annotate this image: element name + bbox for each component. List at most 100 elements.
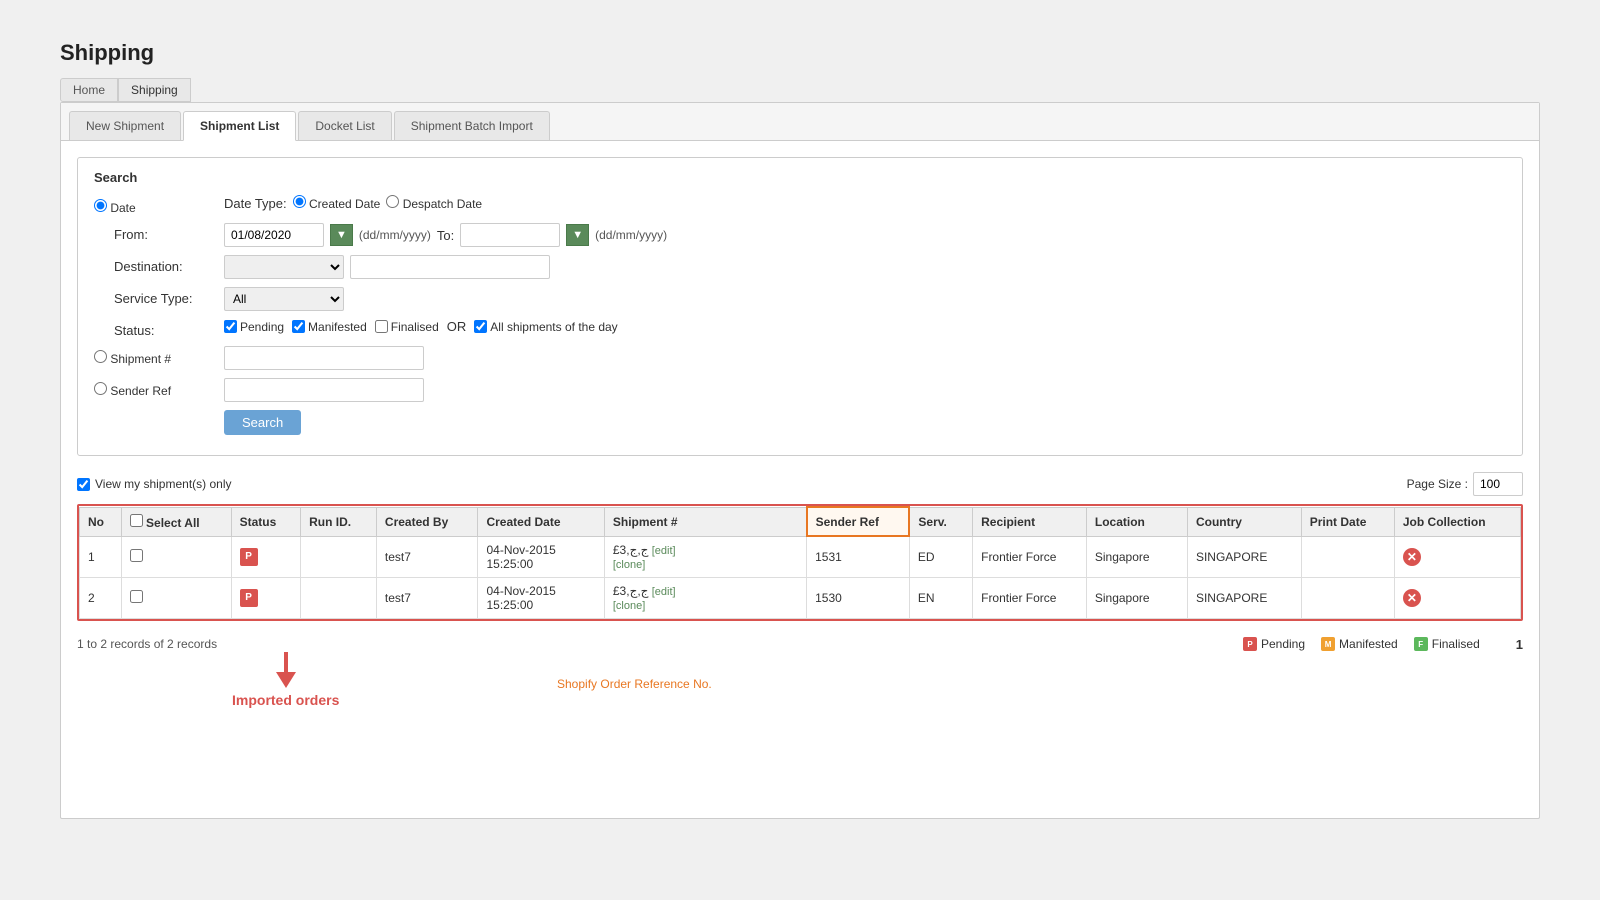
tab-bar: New Shipment Shipment List Docket List S… [61,103,1539,141]
created-date-radio-label[interactable]: Created Date [293,195,381,211]
destination-text-input[interactable] [350,255,550,279]
cell-jobcollection-2[interactable]: ✕ [1394,577,1520,618]
col-header-createddate: Created Date [478,507,604,536]
page-size-label: Page Size : [1407,477,1468,491]
col-header-jobcollection: Job Collection [1394,507,1520,536]
from-date-input[interactable] [224,223,324,247]
legend-manifested: M Manifested [1321,637,1398,651]
cell-createddate-2: 04-Nov-2015 15:25:00 [478,577,604,618]
from-label: From: [94,227,148,242]
cell-printdate-1 [1301,536,1394,577]
from-to-fields: ▼ (dd/mm/yyyy) To: ▼ (dd/mm/yyyy) [224,223,1506,247]
cell-printdate-2 [1301,577,1394,618]
all-day-checkbox[interactable] [474,320,487,333]
footer-top: 1 to 2 records of 2 records P Pending M … [77,637,1523,652]
view-my-shipments-checkbox[interactable] [77,478,90,491]
cell-checkbox-1[interactable] [121,536,231,577]
sender-ref-input[interactable] [224,378,424,402]
from-to-row: From: ▼ (dd/mm/yyyy) To: ▼ (dd/mm/yyyy) [94,223,1506,247]
breadcrumb: Home Shipping [60,78,1540,102]
service-type-select[interactable]: All [224,287,344,311]
pending-checkbox[interactable] [224,320,237,333]
to-date-format-btn[interactable]: ▼ [566,224,589,246]
manifested-label: Manifested [308,320,367,334]
destination-select[interactable] [224,255,344,279]
legend-finalised-label: Finalised [1432,637,1480,651]
date-radio[interactable] [94,199,107,212]
shipment-num-input[interactable] [224,346,424,370]
select-all-label: Select All [146,516,200,530]
col-header-location: Location [1086,507,1187,536]
tab-shipment-batch-import[interactable]: Shipment Batch Import [394,111,550,140]
clone-link-1[interactable]: [clone] [613,559,645,571]
cell-senderref-2: 1530 [807,577,910,618]
delete-icon-2[interactable]: ✕ [1403,589,1421,607]
manifested-checkbox-label[interactable]: Manifested [292,320,367,334]
finalised-checkbox-label[interactable]: Finalised [375,320,439,334]
footer-area: 1 to 2 records of 2 records P Pending M … [77,637,1523,802]
cell-serv-2: EN [909,577,972,618]
page-size-input[interactable] [1473,472,1523,496]
sender-ref-radio[interactable] [94,382,107,395]
to-date-input[interactable] [460,223,560,247]
panel-content: Search Date Date Type: Created Date [61,141,1539,818]
view-my-shipments-label[interactable]: View my shipment(s) only [77,477,232,491]
tab-docket-list[interactable]: Docket List [298,111,391,140]
cell-country-1: SINGAPORE [1187,536,1301,577]
col-header-runid: Run ID. [301,507,377,536]
manifested-checkbox[interactable] [292,320,305,333]
cell-no-2: 2 [80,577,122,618]
pending-label: Pending [240,320,284,334]
cell-recipient-2: Frontier Force [973,577,1087,618]
delete-icon-1[interactable]: ✕ [1403,548,1421,566]
cell-jobcollection-1[interactable]: ✕ [1394,536,1520,577]
col-header-senderref: Sender Ref [807,507,910,536]
status-row: Status: Pending Manifested [94,319,1506,338]
from-date-format-btn[interactable]: ▼ [330,224,353,246]
status-fields: Pending Manifested Finalised OR [224,319,1506,334]
sender-ref-row: Sender Ref [94,378,1506,402]
search-button[interactable]: Search [224,410,301,435]
shipment-num-text-1: £ج,ج,3 [613,543,649,557]
select-all-checkbox[interactable] [130,514,143,527]
edit-link-1[interactable]: [edit] [652,545,676,557]
shipment-num-radio[interactable] [94,350,107,363]
finalised-checkbox[interactable] [375,320,388,333]
despatch-date-radio-label[interactable]: Despatch Date [386,195,482,211]
breadcrumb-shipping[interactable]: Shipping [118,78,191,102]
tab-new-shipment[interactable]: New Shipment [69,111,181,140]
col-header-status: Status [231,507,301,536]
clone-link-2[interactable]: [clone] [613,600,645,612]
or-label: OR [447,319,467,334]
shipment-num-label: Shipment # [110,352,171,366]
cell-status-2: P [231,577,301,618]
breadcrumb-home[interactable]: Home [60,78,118,102]
created-date-radio[interactable] [293,195,306,208]
cell-runid-1 [301,536,377,577]
all-day-checkbox-label[interactable]: All shipments of the day [474,320,617,334]
sender-ref-radio-label[interactable]: Sender Ref [94,384,171,398]
pending-checkbox-label[interactable]: Pending [224,320,284,334]
row-checkbox-2[interactable] [130,590,143,603]
cell-checkbox-2[interactable] [121,577,231,618]
col-header-select[interactable]: Select All [121,507,231,536]
despatch-date-radio[interactable] [386,195,399,208]
shipment-num-radio-label[interactable]: Shipment # [94,352,171,366]
legend-pending-label: Pending [1261,637,1305,651]
service-type-label: Service Type: [114,291,193,306]
table-row: 1 P test7 04-Nov-2015 15:25:00 £ج [80,536,1521,577]
cell-runid-2 [301,577,377,618]
records-info: 1 to 2 records of 2 records [77,637,217,651]
cell-status-1: P [231,536,301,577]
row-checkbox-1[interactable] [130,549,143,562]
legend-pending-icon: P [1243,637,1257,651]
date-type-label: Date Type: [224,196,287,211]
main-panel: New Shipment Shipment List Docket List S… [60,102,1540,819]
tab-shipment-list[interactable]: Shipment List [183,111,296,141]
data-table: No Select All Status Run ID. Created By … [79,506,1521,619]
date-radio-label[interactable]: Date [94,201,136,215]
edit-link-2[interactable]: [edit] [652,586,676,598]
destination-label: Destination: [114,259,183,274]
search-title: Search [94,170,1506,185]
service-type-fields: All [224,287,1506,311]
